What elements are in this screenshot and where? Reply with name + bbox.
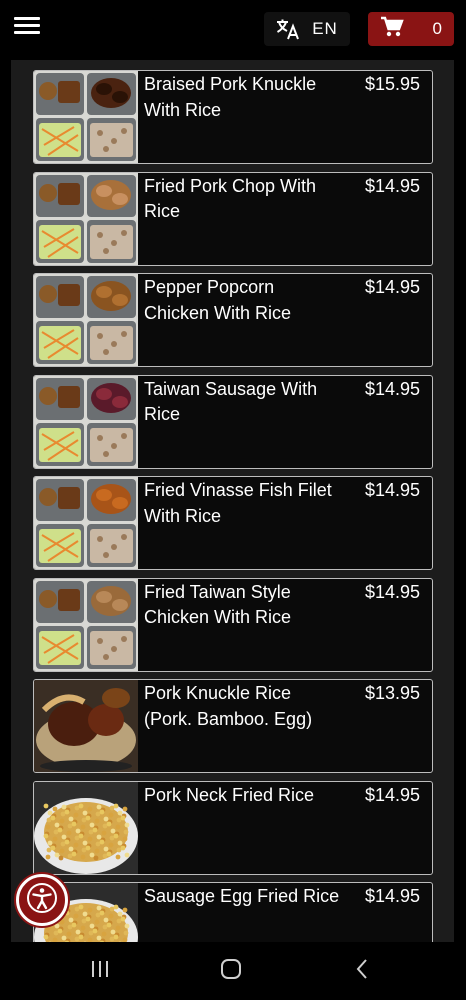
menu-item-price: $14.95 [364, 175, 420, 196]
hamburger-icon-line [14, 31, 40, 34]
menu-item-photo [34, 375, 138, 468]
menu-item-card[interactable]: Pork Knuckle Rice (Pork. Bamboo. Egg) $13… [33, 679, 433, 773]
menu-item-card[interactable]: Fried Pork Chop With Rice $14.95 [33, 171, 433, 266]
hamburger-menu-button[interactable] [14, 14, 40, 38]
cart-icon [380, 16, 404, 43]
top-bar: EN 0 [0, 0, 466, 60]
home-button[interactable] [211, 956, 251, 986]
menu-item-photo [34, 680, 138, 772]
hamburger-icon-line [14, 17, 40, 20]
accessibility-icon [25, 881, 59, 920]
menu-item-price: $15.95 [364, 74, 420, 94]
menu-item-price: $14.95 [364, 277, 420, 297]
system-nav-bar [0, 942, 466, 1000]
menu-item-price: $14.95 [364, 886, 420, 906]
menu-item-name: Taiwan Sausage With Rice [144, 378, 318, 425]
menu-item-card[interactable]: Pork Neck Fried Rice $14.95 [33, 780, 433, 875]
menu-item-price: $13.95 [364, 683, 420, 703]
menu-item-price: $14.95 [364, 784, 420, 805]
menu-item-card[interactable]: Fried Vinasse Fish Filet With Rice $14.95 [33, 476, 433, 570]
back-button[interactable] [342, 956, 382, 986]
home-icon [220, 958, 242, 985]
recents-button[interactable] [80, 956, 120, 986]
menu-item-price: $14.95 [364, 480, 420, 500]
menu-item-card[interactable]: Pepper Popcorn Chicken With Rice $14.95 [33, 273, 433, 367]
menu-item-photo [34, 477, 138, 569]
menu-item-photo [34, 71, 138, 163]
menu-item-name: Fried Vinasse Fish Filet With Rice [144, 480, 332, 526]
accessibility-button[interactable] [16, 874, 68, 926]
menu-item-name: Pork Neck Fried Rice [144, 784, 315, 805]
translate-icon [276, 18, 300, 40]
menu-item-card[interactable]: Braised Pork Knuckle With Rice $15.95 [33, 70, 433, 164]
menu-item-photo [34, 578, 138, 671]
menu-item-card[interactable]: Taiwan Sausage With Rice $14.95 [33, 374, 433, 469]
menu-list: Braised Pork Knuckle With Rice $15.95 Fri… [33, 70, 433, 942]
back-icon [354, 958, 370, 985]
menu-content[interactable]: Braised Pork Knuckle With Rice $15.95 Fri… [11, 60, 454, 942]
menu-item-name: Sausage Egg Fried Rice [144, 886, 340, 906]
menu-item-price: $14.95 [364, 378, 420, 399]
menu-item-photo [34, 172, 138, 265]
menu-item-photo [34, 781, 138, 874]
menu-item-name: Braised Pork Knuckle With Rice [144, 74, 317, 120]
language-label: EN [312, 19, 338, 38]
menu-item-name: Pork Knuckle Rice (Pork. Bamboo. Egg) [144, 683, 313, 729]
language-button[interactable]: EN [264, 12, 350, 46]
cart-count: 0 [432, 19, 442, 38]
menu-item-price: $14.95 [364, 581, 420, 602]
menu-item-card[interactable]: Sausage Egg Fried Rice $14.95 [33, 882, 433, 942]
menu-item-card[interactable]: Fried Taiwan Style Chicken With Rice $14.… [33, 577, 433, 672]
cart-button[interactable]: 0 [368, 12, 454, 46]
menu-item-photo [34, 274, 138, 366]
menu-item-name: Fried Taiwan Style Chicken With Rice [144, 581, 292, 628]
recents-icon [89, 959, 111, 984]
menu-item-name: Fried Pork Chop With Rice [144, 175, 317, 222]
app-screen: EN 0 Braised Pork Knuckle With Rice $15.… [0, 0, 466, 1000]
hamburger-icon-line [14, 24, 40, 27]
menu-item-name: Pepper Popcorn Chicken With Rice [144, 277, 292, 323]
